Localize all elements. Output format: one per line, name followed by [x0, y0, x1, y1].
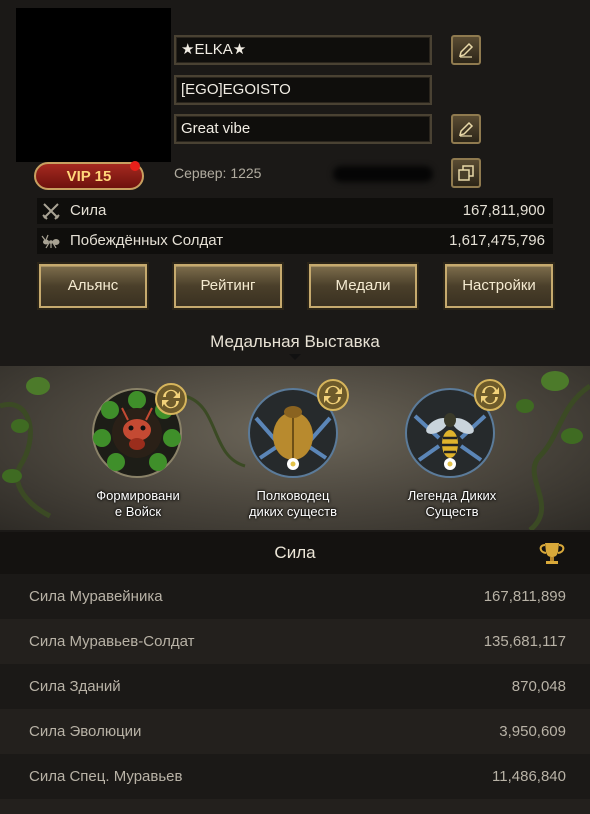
- medal-slot-2[interactable]: [248, 379, 349, 478]
- medal-slot-1[interactable]: [92, 383, 187, 478]
- copy-icon: [458, 165, 474, 181]
- copy-button[interactable]: [451, 158, 481, 188]
- stat-label: Побеждённых Солдат: [70, 232, 224, 249]
- motto-field: Great vibe: [174, 114, 432, 144]
- power-row: Сила Муравейника 167,811,899: [0, 574, 590, 619]
- alliance-button[interactable]: Альянс: [39, 264, 147, 308]
- redacted-id: [333, 166, 433, 182]
- medals-button[interactable]: Медали: [309, 264, 417, 308]
- server-label: Сервер: 1225: [174, 165, 262, 181]
- edit-motto-button[interactable]: [451, 114, 481, 144]
- power-title: Сила: [274, 543, 316, 562]
- stat-value: 167,811,900: [462, 202, 545, 219]
- medal-label-line: е Войск: [114, 504, 162, 519]
- medal-label-2: Полководец диких существ: [223, 488, 363, 520]
- stat-row-defeated: Побеждённых Солдат 1,617,475,796: [37, 228, 553, 254]
- power-row: Сила Зданий 870,048: [0, 664, 590, 709]
- power-row-partial: [0, 799, 590, 814]
- power-row-label: Сила Эволюции: [29, 723, 142, 740]
- medal-label-line: диких существ: [248, 504, 338, 519]
- settings-button[interactable]: Настройки: [445, 264, 553, 308]
- power-section-header: Сила: [0, 532, 590, 574]
- power-row: Сила Спец. Муравьев 11,486,840: [0, 754, 590, 799]
- alliance-tag-field: [EGO]EGOISTO: [174, 75, 432, 105]
- ant-icon: [41, 234, 60, 249]
- medal-label-line: Существ: [425, 504, 479, 519]
- trophy-icon[interactable]: [536, 540, 568, 566]
- edit-name-button[interactable]: [451, 35, 481, 65]
- medal-label-line: Формировани: [96, 488, 180, 503]
- power-row-label: Сила Муравьев-Солдат: [29, 633, 195, 650]
- crossed-swords-icon: [42, 203, 60, 220]
- medal-label-3: Легенда Диких Существ: [382, 488, 522, 520]
- power-row-value: 135,681,117: [483, 633, 566, 650]
- power-row-value: 3,950,609: [499, 723, 566, 740]
- player-avatar[interactable]: [16, 8, 171, 162]
- pencil-icon: [458, 121, 474, 137]
- medal-label-line: Легенда Диких: [407, 488, 497, 503]
- stat-value: 1,617,475,796: [449, 232, 545, 249]
- power-row-value: 167,811,899: [483, 588, 566, 605]
- power-row: Сила Муравьев-Солдат 135,681,117: [0, 619, 590, 664]
- swap-icon[interactable]: [316, 378, 350, 412]
- player-name-field: ★ELKA★: [174, 35, 432, 65]
- power-row: Сила Эволюции 3,950,609: [0, 709, 590, 754]
- power-row-label: Сила Зданий: [29, 678, 121, 695]
- notification-dot: [130, 161, 140, 171]
- vip-badge[interactable]: VIP 15: [34, 161, 144, 190]
- medal-exhibition: Формировани е Войск Полководец диких сущ…: [0, 366, 590, 530]
- power-row-value: 870,048: [511, 678, 566, 695]
- down-arrow-icon: [289, 354, 301, 360]
- power-row-value: 11,486,840: [492, 768, 566, 785]
- power-row-label: Сила Спец. Муравьев: [29, 768, 183, 785]
- power-row-label: Сила Муравейника: [29, 588, 163, 605]
- swap-icon[interactable]: [473, 378, 507, 412]
- rating-button[interactable]: Рейтинг: [174, 264, 282, 308]
- vip-label: VIP 15: [66, 168, 112, 185]
- medal-label-1: Формировани е Войск: [68, 488, 208, 520]
- medal-label-line: Полководец: [256, 488, 330, 503]
- medal-slot-3[interactable]: [405, 379, 506, 478]
- swap-icon[interactable]: [154, 382, 188, 416]
- stat-row-power: Сила 167,811,900: [37, 198, 553, 224]
- stat-label: Сила: [70, 202, 107, 219]
- medal-section-title: Медальная Выставка: [210, 332, 380, 351]
- pencil-icon: [458, 42, 474, 58]
